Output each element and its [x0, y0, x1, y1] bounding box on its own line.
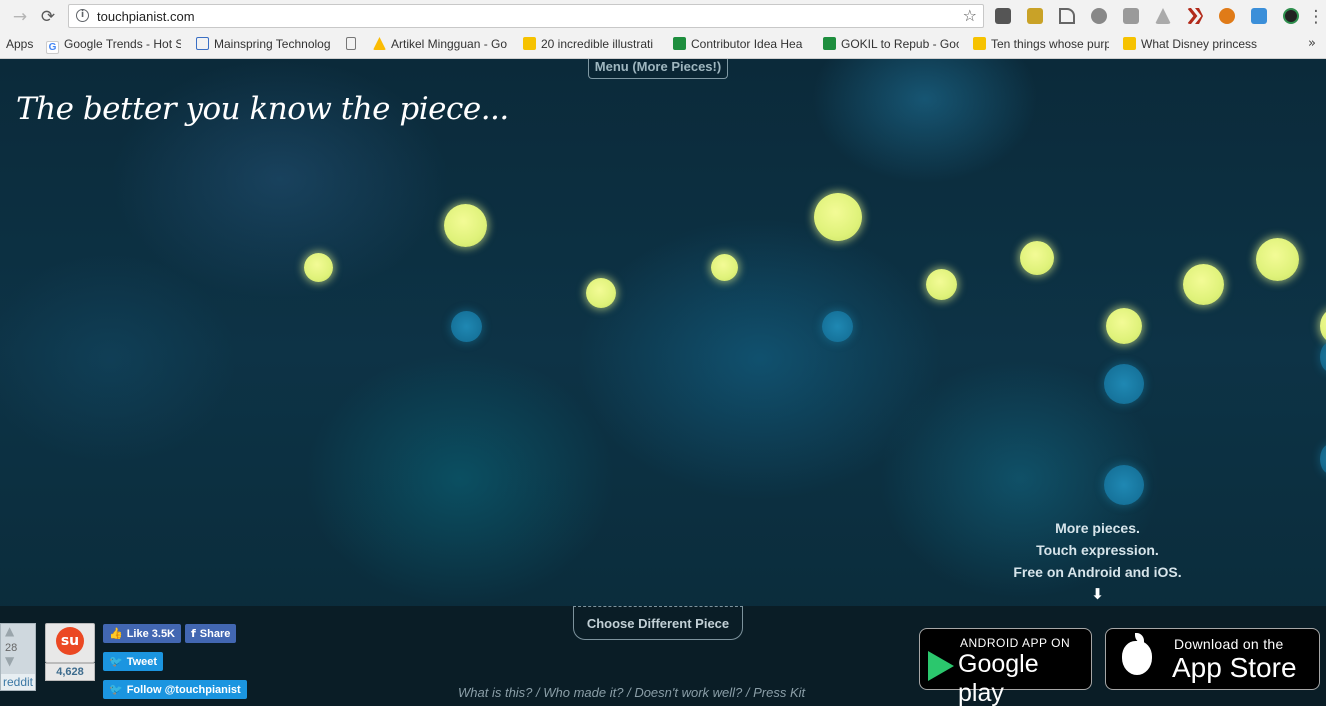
menu-button[interactable]: Menu (More Pieces!) [588, 59, 728, 79]
app-store-badge[interactable]: Download on the App Store [1105, 628, 1320, 690]
note-bubble[interactable] [1320, 309, 1326, 343]
bulb-icon [1123, 37, 1136, 50]
reddit-widget[interactable]: ▲ 28 ▼ reddit [0, 623, 36, 691]
info-icon[interactable]: i [76, 9, 89, 22]
twitter-icon: 🐦 [109, 683, 123, 696]
note-bubble[interactable] [451, 311, 482, 342]
chrome-menu-icon[interactable]: ⋮ [1306, 7, 1326, 27]
link-icon [196, 37, 209, 50]
stumbleupon-icon: su [56, 627, 84, 655]
ext-drive-icon[interactable] [1155, 8, 1171, 24]
bulb-icon [973, 37, 986, 50]
footer-bar: Choose Different Piece ▲ 28 ▼ reddit su … [0, 606, 1326, 707]
note-bubble[interactable] [1320, 342, 1326, 372]
ext-camera-icon[interactable] [1283, 8, 1299, 24]
drive-icon [373, 37, 386, 50]
footer-links: What is this? / Who made it? / Doesn't w… [458, 685, 806, 700]
bookmarks-bar: Apps G Google Trends - Hot S Mainspring T… [0, 33, 1326, 59]
bookmark-mainspring[interactable]: Mainspring Technolog [196, 37, 331, 54]
google-icon: G [46, 41, 59, 54]
note-bubble[interactable] [926, 269, 957, 300]
note-bubble[interactable] [711, 254, 738, 281]
bookmark-gokil[interactable]: GOKIL to Repub - Goo [823, 37, 959, 54]
google-play-label: Google play [958, 650, 1039, 707]
forward-icon[interactable]: → [10, 7, 30, 27]
url-text[interactable]: touchpianist.com [97, 9, 195, 24]
note-bubble[interactable] [814, 193, 862, 241]
upvote-icon[interactable]: ▲ [5, 624, 14, 638]
bookmark-illustrations[interactable]: 20 incredible illustrati [523, 37, 659, 54]
reddit-label[interactable]: reddit [1, 674, 35, 690]
choose-piece-button[interactable]: Choose Different Piece [573, 606, 743, 640]
note-bubble[interactable] [1320, 444, 1326, 474]
facebook-like-button[interactable]: 👍 Like 3.5K [103, 624, 182, 643]
down-arrow-icon: ⬇ [1091, 585, 1104, 603]
page-icon [346, 37, 356, 50]
twitter-icon: 🐦 [109, 655, 123, 668]
stumbleupon-button[interactable]: su [45, 623, 95, 663]
what-is-this-link[interactable]: What is this? [458, 685, 532, 700]
bulb-icon [523, 37, 536, 50]
google-play-icon [928, 651, 954, 681]
ext-chevrons-icon[interactable] [1187, 8, 1203, 24]
promo-line: More pieces. [1055, 520, 1140, 536]
doesnt-work-link[interactable]: Doesn't work well? [634, 685, 742, 700]
google-play-badge[interactable]: ANDROID APP ON Google play [919, 628, 1092, 707]
facebook-icon: f [191, 627, 196, 640]
note-bubble[interactable] [1106, 308, 1142, 344]
bookmark-ten-things[interactable]: Ten things whose purp [973, 37, 1109, 54]
facebook-share-button[interactable]: f Share [185, 624, 237, 643]
promo-line: Touch expression. [1036, 542, 1159, 558]
twitter-follow-button[interactable]: 🐦 Follow @touchpianist [103, 680, 247, 699]
bookmark-page[interactable] [346, 37, 364, 54]
stumbleupon-count: 4,628 [45, 663, 95, 681]
browser-toolbar: → ⟳ i touchpianist.com ☆ ⋮ [0, 0, 1326, 33]
app-store-label: App Store [1172, 652, 1297, 683]
apple-icon [1122, 641, 1152, 675]
blocker-icon[interactable] [1027, 8, 1043, 24]
address-bar[interactable]: i touchpianist.com ☆ [68, 4, 984, 28]
who-made-it-link[interactable]: Who made it? [543, 685, 623, 700]
bookmarks-overflow-icon[interactable]: » [1308, 36, 1316, 51]
note-bubble[interactable] [444, 204, 487, 247]
arrow-ext-icon[interactable] [1059, 8, 1075, 24]
sheets-icon [673, 37, 686, 50]
bookmark-google-trends[interactable]: G Google Trends - Hot S [46, 37, 181, 54]
tagline: The better you know the piece... [16, 91, 509, 127]
promo-line: Free on Android and iOS. [1013, 564, 1182, 580]
note-bubble[interactable] [1183, 264, 1224, 305]
note-bubble[interactable] [822, 311, 853, 342]
bookmark-star-icon[interactable]: ☆ [963, 6, 977, 25]
bookmark-apps[interactable]: Apps [6, 37, 33, 54]
tweet-button[interactable]: 🐦 Tweet [103, 652, 164, 671]
download-on-label: Download on the [1174, 636, 1284, 652]
note-bubble[interactable] [1104, 465, 1144, 505]
ext-chat-icon[interactable] [1251, 8, 1267, 24]
note-bubble[interactable] [1020, 241, 1054, 275]
note-bubble[interactable] [304, 253, 333, 282]
app-promo: More pieces. Touch expression. Free on A… [1005, 517, 1190, 605]
android-app-on-label: ANDROID APP ON [960, 636, 1071, 650]
ext-fox-icon[interactable] [1219, 8, 1235, 24]
thumbs-up-icon: 👍 [109, 627, 123, 640]
ext-circle-icon[interactable] [1091, 8, 1107, 24]
bookmark-artikel[interactable]: Artikel Mingguan - Go [373, 37, 509, 54]
sheets-icon [823, 37, 836, 50]
note-bubble[interactable] [586, 278, 616, 308]
bookmark-contributor[interactable]: Contributor Idea Hea [673, 37, 810, 54]
note-bubble[interactable] [1104, 364, 1144, 404]
youtube-icon[interactable] [995, 8, 1011, 24]
ext-box-icon[interactable] [1123, 8, 1139, 24]
downvote-icon[interactable]: ▼ [5, 654, 14, 668]
reload-icon[interactable]: ⟳ [38, 7, 58, 27]
reddit-count: 28 [5, 642, 18, 654]
press-kit-link[interactable]: Press Kit [753, 685, 805, 700]
bookmark-disney[interactable]: What Disney princess [1123, 37, 1259, 54]
note-bubble[interactable] [1256, 238, 1299, 281]
